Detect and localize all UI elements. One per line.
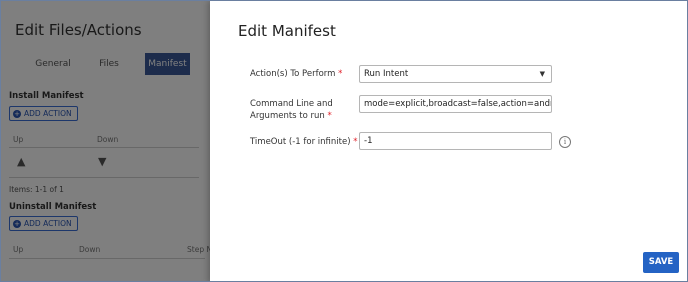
- command-input[interactable]: mode=explicit,broadcast=false,action=and…: [359, 95, 552, 113]
- chevron-down-icon: ▼: [539, 70, 545, 78]
- timeout-input[interactable]: -1: [359, 132, 552, 150]
- window-frame: Edit Files/Actions General Files Manifes…: [0, 0, 688, 282]
- required-mark: *: [338, 69, 343, 79]
- info-icon[interactable]: i: [559, 136, 571, 148]
- edit-manifest-panel: Edit Manifest Action(s) To Perform * Run…: [210, 1, 687, 281]
- action-label: Action(s) To Perform *: [250, 69, 343, 79]
- required-mark: *: [327, 111, 332, 121]
- timeout-label: TimeOut (-1 for infinite) *: [250, 137, 358, 147]
- action-select[interactable]: Run Intent ▼: [359, 65, 552, 83]
- required-mark: *: [353, 137, 358, 147]
- panel-title: Edit Manifest: [238, 22, 336, 40]
- action-select-value: Run Intent: [364, 69, 409, 79]
- command-label: Command Line and Arguments to run *: [250, 99, 333, 121]
- save-button[interactable]: SAVE: [643, 252, 679, 273]
